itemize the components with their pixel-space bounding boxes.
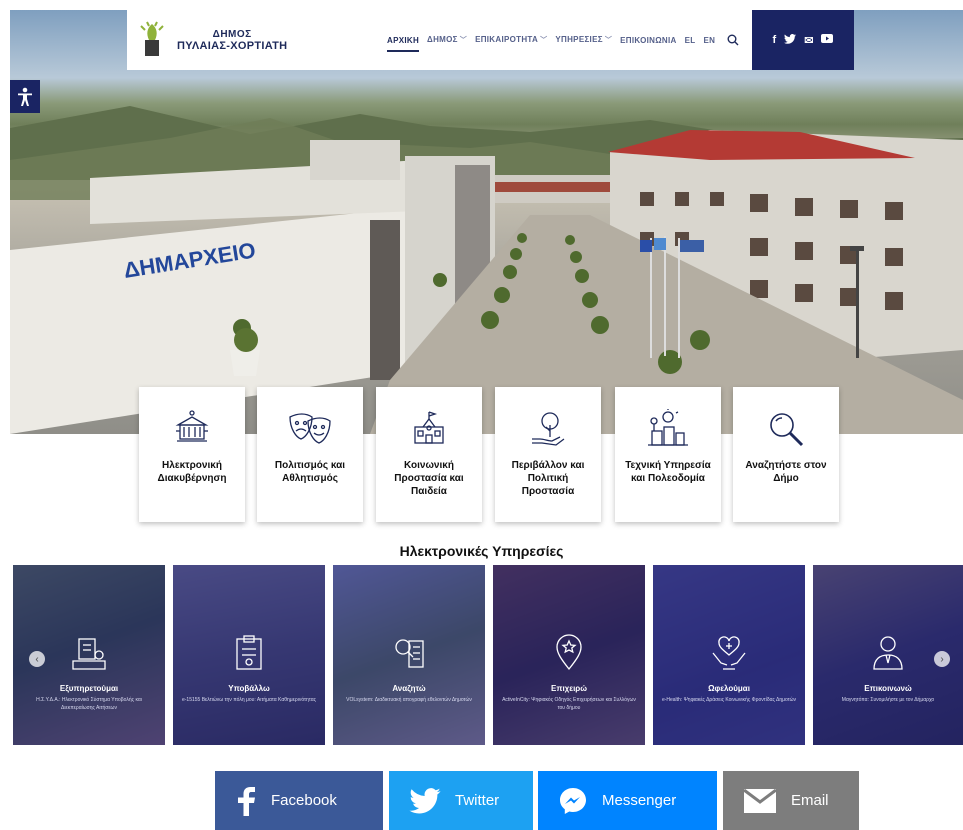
service-slide-submit[interactable]: Υποβάλλω e-15155 Βελτιώνω την πόλη μου: … (173, 565, 325, 745)
logo-text: ΔΗΜΟΣ ΠΥΛΑΙΑΣ-ΧΟΡΤΙΑΤΗ (177, 29, 287, 52)
nav-item-lang-el[interactable]: EL (685, 36, 696, 45)
category-card-culture-sports[interactable]: Πολιτισμός και Αθλητισμός (257, 387, 363, 522)
logo-tree-icon (137, 20, 167, 60)
email-icon (743, 788, 777, 813)
page: ΔΗΜΑΡΧΕΙΟ ΔΗΜΟΣ ΠΥΛΑΙΑΣ-ΧΟΡΤΙΑΤΗ ΑΡΧΙΚΗ … (0, 0, 963, 830)
main-nav: ΑΡΧΙΚΗ ΔΗΜΟΣ ﹀ ΕΠΙΚΑΙΡΟΤΗΤΑ ﹀ ΥΠΗΡΕΣΙΕΣ ﹀ Ε… (387, 34, 739, 52)
twitter-icon (409, 787, 441, 813)
chevron-left-icon: ‹ (35, 653, 39, 665)
share-twitter-button[interactable]: Twitter (389, 771, 533, 830)
messenger-icon (560, 787, 586, 814)
person-tie-icon (873, 636, 903, 670)
category-card-technical-services[interactable]: Τεχνική Υπηρεσία και Πολεοδομία (615, 387, 721, 522)
category-label: Αναζητήστε στον Δήμο (745, 460, 827, 484)
slider-prev-button[interactable]: ‹ (29, 651, 45, 667)
magnifier-icon (770, 413, 804, 447)
section-title: Ηλεκτρονικές Υπηρεσίες (399, 543, 564, 559)
e-government-icon (175, 410, 209, 442)
chevron-down-icon: ﹀ (604, 37, 613, 44)
category-card-social-protection[interactable]: Κοινωνική Προστασία και Παιδεία (376, 387, 482, 522)
slide-description: Μαγνητόπα: Συνομιλήστε με τον Δήμαρχο (841, 697, 935, 703)
share-email-button[interactable]: Email (723, 771, 859, 830)
slide-title: Υποβάλλω (228, 684, 270, 693)
site-logo[interactable]: ΔΗΜΟΣ ΠΥΛΑΙΑΣ-ΧΟΡΤΙΑΤΗ (137, 20, 347, 60)
share-label: Messenger (602, 792, 677, 809)
chevron-right-icon: › (940, 653, 944, 665)
share-label: Facebook (271, 792, 337, 809)
accessibility-button[interactable] (10, 80, 40, 113)
category-card-environment[interactable]: Περιβάλλον και Πολιτική Προστασία (495, 387, 601, 522)
logo-line-1: ΔΗΜΟΣ (212, 28, 252, 40)
share-messenger-button[interactable]: Messenger (538, 771, 717, 830)
facebook-icon (238, 786, 255, 816)
share-label: Email (791, 792, 829, 809)
slide-title: Επιχειρώ (550, 684, 587, 693)
slide-description: e-Health: Ψηφιακές Δράσεις Κοινωνικής Φρ… (661, 697, 797, 703)
youtube-icon[interactable] (821, 34, 834, 46)
service-slide-business[interactable]: Επιχειρώ ActiveInCity: Ψηφιακός Οδηγός Ε… (493, 565, 645, 745)
slider-next-button[interactable]: › (934, 651, 950, 667)
service-slide-search[interactable]: Αναζητώ VOLsystem: Διαδικτυακή απογραφή … (333, 565, 485, 745)
nav-item-lang-en[interactable]: EN (703, 36, 715, 45)
slide-description: VOLsystem: Διαδικτυακή απογραφή εθελοντώ… (346, 697, 472, 703)
logo-line-2: ΠΥΛΑΙΑΣ-ΧΟΡΤΙΑΤΗ (177, 39, 288, 52)
share-facebook-button[interactable]: Facebook (215, 771, 383, 830)
slide-description: e-15155 Βελτιώνω την πόλη μου: Αιτήματα … (181, 697, 317, 703)
category-label: Κοινωνική Προστασία και Παιδεία (394, 460, 464, 497)
category-card-search[interactable]: Αναζητήστε στον Δήμο (733, 387, 839, 522)
plant-hand-icon (532, 412, 565, 446)
category-label: Πολιτισμός και Αθλητισμός (274, 460, 346, 484)
facebook-icon[interactable]: f (773, 34, 777, 46)
share-label: Twitter (455, 792, 500, 809)
nav-item-home[interactable]: ΑΡΧΙΚΗ (387, 36, 420, 52)
chevron-down-icon: ﹀ (540, 37, 548, 44)
category-card-e-government[interactable]: Ηλεκτρονική Διακυβέρνηση (139, 387, 245, 522)
slide-description: Η.Σ.Υ.Δ.Α.: Ηλεκτρονικό Σύστημα Υποβολής… (36, 697, 142, 711)
town-hall-illustration: ΔΗΜΑΡΧΕΙΟ (10, 106, 963, 434)
nav-item-services[interactable]: ΥΠΗΡΕΣΙΕΣ ﹀ (555, 35, 612, 45)
chevron-down-icon: ﹀ (459, 37, 468, 44)
header-bar: ΔΗΜΟΣ ΠΥΛΑΙΑΣ-ΧΟΡΤΙΑΤΗ ΑΡΧΙΚΗ ΔΗΜΟΣ ﹀ ΕΠΙ… (127, 10, 752, 70)
office-desk-icon (72, 638, 106, 670)
email-icon[interactable]: ✉ (804, 34, 813, 47)
nav-item-news[interactable]: ΕΠΙΚΑΙΡΟΤΗΤΑ ﹀ (475, 35, 547, 45)
category-label: Τεχνική Υπηρεσία και Πολεοδομία (625, 460, 711, 484)
slide-description: ActiveInCity: Ψηφιακός Οδηγός Επιχειρήσε… (502, 697, 636, 711)
slide-title: Αναζητώ (392, 684, 426, 693)
slide-title: Ωφελούμαι (708, 684, 750, 693)
accessibility-icon (18, 87, 32, 106)
search-icon[interactable] (727, 34, 739, 46)
hero-image-town-hall: ΔΗΜΑΡΧΕΙΟ (10, 10, 963, 434)
nav-item-municipality[interactable]: ΔΗΜΟΣ ﹀ (427, 35, 467, 45)
social-links: f ✉ (752, 10, 854, 70)
clipboard-icon (236, 635, 262, 670)
twitter-icon[interactable] (784, 33, 797, 47)
map-pin-star-icon (556, 634, 582, 671)
service-slide-benefit[interactable]: Ωφελούμαι e-Health: Ψηφιακές Δράσεις Κοι… (653, 565, 805, 745)
city-planning-icon (648, 409, 688, 446)
category-label: Ηλεκτρονική Διακυβέρνηση (157, 460, 227, 484)
category-label: Περιβάλλον και Πολιτική Προστασία (511, 460, 585, 497)
nav-item-contact[interactable]: ΕΠΙΚΟΙΝΩΝΙΑ (620, 36, 676, 45)
slide-title: Επικοινωνώ (864, 684, 912, 693)
care-hands-icon (712, 636, 746, 670)
theatre-masks-icon (289, 413, 331, 444)
school-building-icon (414, 411, 444, 444)
search-list-icon (395, 639, 424, 668)
slide-title: Εξυπηρετούμαι (59, 684, 119, 693)
